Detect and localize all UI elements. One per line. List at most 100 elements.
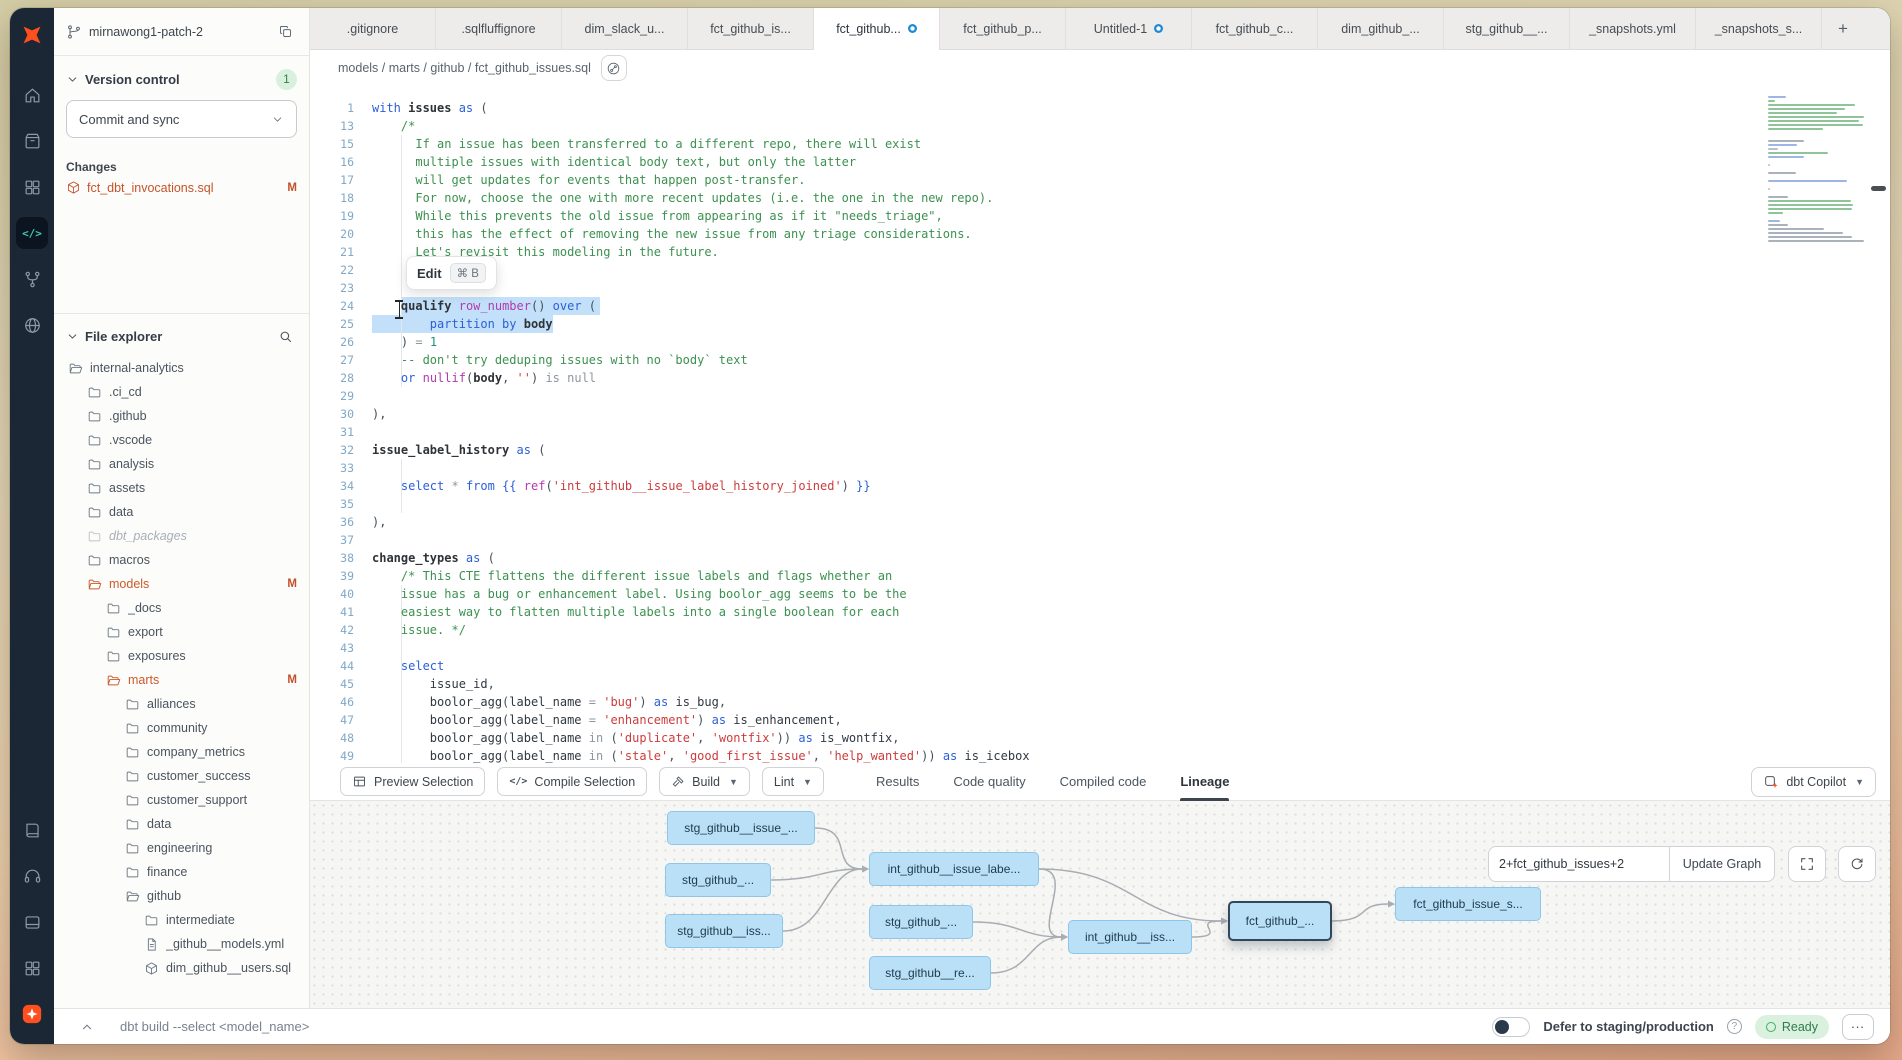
tab-Untitled-1[interactable]: Untitled-1 [1066, 8, 1192, 49]
file-tree-item-engineering[interactable]: engineering [54, 836, 309, 860]
home-icon[interactable] [16, 79, 48, 111]
file-tree-item-data[interactable]: data [54, 500, 309, 524]
lineage-node-n9[interactable]: fct_github_issue_s... [1395, 887, 1541, 921]
code-line-19[interactable]: 19 While this prevents the old issue fro… [310, 207, 1890, 225]
tab-.sqlfluffignore[interactable]: .sqlfluffignore [436, 8, 562, 49]
code-line-17[interactable]: 17 will get updates for events that happ… [310, 171, 1890, 189]
window-icon[interactable] [16, 906, 48, 938]
code-line-22[interactable]: 22 [310, 261, 1890, 279]
tab-fct_github_is...[interactable]: fct_github_is... [688, 8, 814, 49]
file-tree-item-customer_support[interactable]: customer_support [54, 788, 309, 812]
lineage-node-n4[interactable]: int_github__issue_labe... [869, 852, 1039, 886]
code-line-37[interactable]: 37 [310, 531, 1890, 549]
code-line-31[interactable]: 31 [310, 423, 1890, 441]
result-tab-lineage[interactable]: Lineage [1180, 763, 1229, 801]
code-line-21[interactable]: 21 Let's revisit this modeling in the fu… [310, 243, 1890, 261]
lineage-node-n6[interactable]: stg_github__re... [869, 956, 991, 990]
search-icon[interactable] [273, 324, 297, 348]
build-button[interactable]: Build▼ [659, 767, 750, 796]
code-line-40[interactable]: 40 issue has a bug or enhancement label.… [310, 585, 1890, 603]
code-line-41[interactable]: 41 easiest way to flatten multiple label… [310, 603, 1890, 621]
code-line-38[interactable]: 38change_types as ( [310, 549, 1890, 567]
code-line-36[interactable]: 36), [310, 513, 1890, 531]
tab-fct_github...[interactable]: fct_github... [814, 8, 940, 49]
file-tree-item-analysis[interactable]: analysis [54, 452, 309, 476]
code-line-30[interactable]: 30), [310, 405, 1890, 423]
edit-popover-label[interactable]: Edit [417, 266, 442, 281]
code-line-49[interactable]: 49 boolor_agg(label_name in ('stale', 'g… [310, 747, 1890, 763]
update-graph-button[interactable]: Update Graph [1669, 846, 1775, 882]
code-line-23[interactable]: 23 [310, 279, 1890, 297]
globe-icon[interactable] [16, 309, 48, 341]
code-line-25[interactable]: 25 partition by body [310, 315, 1890, 333]
copy-branch-icon[interactable] [273, 20, 297, 44]
code-line-42[interactable]: 42 issue. */ [310, 621, 1890, 639]
headset-icon[interactable] [16, 860, 48, 892]
code-line-46[interactable]: 46 boolor_agg(label_name = 'bug') as is_… [310, 693, 1890, 711]
code-line-24[interactable]: 24 qualify row_number() over ( [310, 297, 1890, 315]
file-tree-item-company_metrics[interactable]: company_metrics [54, 740, 309, 764]
edit-popover[interactable]: Edit ⌘ B [406, 256, 497, 290]
tab-.gitignore[interactable]: .gitignore [310, 8, 436, 49]
code-editor-icon[interactable]: </> [16, 217, 48, 249]
lineage-selector-input[interactable]: 2+fct_github_issues+2 [1488, 846, 1670, 882]
result-tab-compiled-code[interactable]: Compiled code [1060, 763, 1147, 801]
tab-fct_github_c...[interactable]: fct_github_c... [1192, 8, 1318, 49]
file-tree-item-community[interactable]: community [54, 716, 309, 740]
lineage-node-n3[interactable]: stg_github__iss... [665, 914, 783, 948]
grid-icon[interactable] [16, 171, 48, 203]
lineage-node-n7[interactable]: int_github__iss... [1068, 920, 1192, 954]
status-ready-badge[interactable]: Ready [1755, 1015, 1829, 1039]
code-line-26[interactable]: 26 ) = 1 [310, 333, 1890, 351]
collapse-command-bar-icon[interactable] [80, 1020, 94, 1034]
file-tree-item-alliances[interactable]: alliances [54, 692, 309, 716]
refresh-graph-button[interactable] [1838, 846, 1876, 882]
result-tab-code-quality[interactable]: Code quality [953, 763, 1025, 801]
result-tab-results[interactable]: Results [876, 763, 919, 801]
code-line-29[interactable]: 29 [310, 387, 1890, 405]
scrollbar-thumb[interactable] [1871, 186, 1886, 191]
file-tree-item-.ci_cd[interactable]: .ci_cd [54, 380, 309, 404]
file-tree-item-_github__models.yml[interactable]: _github__models.yml [54, 932, 309, 956]
code-line-34[interactable]: 34 select * from {{ ref('int_github__iss… [310, 477, 1890, 495]
compile-selection-button[interactable]: </>Compile Selection [497, 767, 647, 796]
fullscreen-button[interactable] [1788, 846, 1826, 882]
code-line-44[interactable]: 44 select [310, 657, 1890, 675]
tab-_snapshots_s...[interactable]: _snapshots_s... [1696, 8, 1822, 49]
code-line-27[interactable]: 27 -- don't try deduping issues with no … [310, 351, 1890, 369]
file-tree-item-macros[interactable]: macros [54, 548, 309, 572]
file-tree-item-github[interactable]: github [54, 884, 309, 908]
file-tree-item-data[interactable]: data [54, 812, 309, 836]
lineage-node-n1[interactable]: stg_github__issue_... [667, 811, 815, 845]
command-input[interactable]: dbt build --select <model_name> [120, 1019, 309, 1034]
git-fork-icon[interactable] [16, 263, 48, 295]
preview-selection-button[interactable]: Preview Selection [340, 767, 485, 796]
open-lineage-icon[interactable] [601, 55, 627, 81]
lineage-node-n8[interactable]: fct_github_... [1228, 901, 1332, 941]
file-tree-item-models[interactable]: modelsM [54, 572, 309, 596]
code-line-1[interactable]: 1with issues as ( [310, 99, 1890, 117]
dbt-copilot-button[interactable]: dbt Copilot ▼ [1751, 767, 1876, 797]
code-editor[interactable]: 1with issues as (13 /*15 If an issue has… [310, 86, 1890, 763]
lint-button[interactable]: Lint▼ [762, 767, 824, 796]
dbt-logo-icon[interactable] [19, 22, 45, 53]
code-line-15[interactable]: 15 If an issue has been transferred to a… [310, 135, 1890, 153]
file-tree-item-_docs[interactable]: _docs [54, 596, 309, 620]
dbt-flame-icon[interactable] [16, 998, 48, 1030]
more-options-button[interactable]: ... [1842, 1014, 1874, 1040]
tab-_snapshots.yml[interactable]: _snapshots.yml [1570, 8, 1696, 49]
tab-dim_github_...[interactable]: dim_github_... [1318, 8, 1444, 49]
version-control-section-header[interactable]: Version control 1 [66, 69, 297, 90]
code-line-13[interactable]: 13 /* [310, 117, 1890, 135]
file-tree-item-marts[interactable]: martsM [54, 668, 309, 692]
tab-dim_slack_u...[interactable]: dim_slack_u... [562, 8, 688, 49]
code-line-43[interactable]: 43 [310, 639, 1890, 657]
file-tree-item-assets[interactable]: assets [54, 476, 309, 500]
tab-stg_github__...[interactable]: stg_github__... [1444, 8, 1570, 49]
code-line-32[interactable]: 32issue_label_history as ( [310, 441, 1890, 459]
code-line-20[interactable]: 20 this has the effect of removing the n… [310, 225, 1890, 243]
file-tree-item-finance[interactable]: finance [54, 860, 309, 884]
file-tree-item-dim_github__users.sql[interactable]: dim_github__users.sql [54, 956, 309, 980]
file-tree-item-internal-analytics[interactable]: internal-analytics [54, 356, 309, 380]
code-line-45[interactable]: 45 issue_id, [310, 675, 1890, 693]
